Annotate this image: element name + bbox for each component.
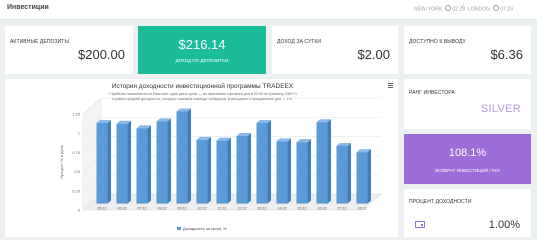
bar-side — [147, 125, 151, 204]
bar — [356, 152, 368, 204]
bar — [176, 111, 188, 204]
y-tick-label: 0.75 — [72, 150, 81, 155]
roi-value: 108.1% — [448, 147, 487, 159]
daily-income-label: ДОХОД ЗА СУТКИ — [277, 39, 322, 45]
bar-side — [207, 136, 211, 204]
income-deposits-value: $216.14 — [178, 37, 226, 52]
bar — [236, 136, 248, 204]
income-history-chart-card: История доходности инвестиционной програ… — [5, 79, 398, 237]
withdraw-card: ДОСТУПНО К ВЫВОДУ $6.36 — [404, 26, 531, 74]
withdraw-value: $6.36 — [490, 47, 523, 62]
x-tick-label: 09.12 — [178, 207, 187, 211]
wallet-icon — [415, 221, 425, 228]
clock-icon — [492, 5, 499, 11]
x-tick-label: 15.12 — [298, 207, 307, 211]
gridline — [82, 97, 381, 115]
x-tick-label: 07.12 — [138, 207, 147, 211]
percent-income-label: ПРОЦЕНТ ДОХОДНОСТИ — [409, 199, 472, 205]
y-tick-label: 0.25 — [72, 188, 81, 193]
roi-card: 108.1% ВОЗВРАТ ИНВЕСТИЦИЙ / ROI — [404, 134, 531, 184]
bar-side — [267, 119, 271, 204]
active-deposits-value: $200.00 — [78, 47, 125, 62]
x-tick-label: 16.12 — [318, 207, 327, 211]
bar-side — [167, 118, 171, 204]
legend-label: Доходность за сутки, % — [183, 226, 227, 231]
y-axis-label: Процент % в день — [59, 145, 64, 179]
y-tick-label: 1.25 — [72, 112, 81, 117]
bar — [276, 141, 288, 204]
income-deposits-card: $216.14 ДОХОД ПО ДЕПОЗИТАМ — [138, 26, 266, 74]
bar-side — [127, 120, 131, 204]
investor-rank-card: РАНГ ИНВЕСТОРА SILVER — [404, 79, 531, 129]
bar-side — [187, 108, 191, 204]
x-tick-label: 06.12 — [118, 207, 127, 211]
investor-rank-value: SILVER — [480, 103, 521, 115]
withdraw-label: ДОСТУПНО К ВЫВОДУ — [409, 39, 466, 45]
bar — [336, 146, 348, 204]
active-deposits-label: АКТИВНЫЕ ДЕПОЗИТЫ — [10, 39, 69, 45]
bar — [316, 122, 328, 204]
x-tick-label: 14.12 — [278, 207, 287, 211]
income-deposits-label: ДОХОД ПО ДЕПОЗИТАМ — [175, 58, 229, 63]
income-bar-chart: 0 0.25 0.5 0.75 1 1.25 Процент % в день 05.12 06… — [59, 97, 382, 231]
clock-icon — [444, 5, 451, 11]
bar — [116, 123, 128, 204]
divider: / — [462, 4, 464, 10]
bar — [256, 122, 268, 204]
clock-london-time: 07:29 — [500, 6, 514, 13]
bar-side — [227, 137, 231, 204]
legend-swatch — [177, 227, 181, 230]
y-tick-label: 0 — [78, 208, 81, 213]
clock-london: LONDON 07:29 — [468, 5, 513, 13]
x-tick-label: 13.12 — [258, 207, 267, 211]
daily-income-card: ДОХОД ЗА СУТКИ $2.00 — [272, 26, 398, 74]
percent-income-value: 1.00% — [488, 219, 520, 231]
bar-side — [327, 119, 331, 204]
roi-label: ВОЗВРАТ ИНВЕСТИЦИЙ / ROI — [435, 168, 500, 173]
bar-side — [287, 138, 291, 204]
percent-income-card: ПРОЦЕНТ ДОХОДНОСТИ 1.00% — [404, 189, 531, 237]
bar — [96, 122, 108, 204]
clock-new-york-label: NEW-YORK — [414, 6, 443, 13]
bar-side — [347, 143, 351, 204]
bar — [296, 142, 308, 204]
x-tick-label: 12.12 — [238, 207, 247, 211]
bar — [216, 140, 228, 204]
clock-new-york: NEW-YORK 02:29 — [414, 5, 465, 13]
y-tick-label: 0.5 — [74, 169, 80, 174]
daily-income-value: $2.00 — [357, 47, 390, 62]
bar — [196, 139, 208, 204]
bar-side — [367, 149, 371, 204]
x-tick-label: 05.12 — [98, 207, 107, 211]
x-tick-label: 18.12 — [358, 207, 367, 211]
bar-side — [307, 139, 311, 204]
active-deposits-card: АКТИВНЫЕ ДЕПОЗИТЫ $200.00 — [5, 26, 133, 74]
x-tick-label: 17.12 — [338, 207, 347, 211]
top-bar: Инвестиции NEW-YORK 02:29 / LONDON 07:29 — [0, 0, 537, 20]
y-tick-label: 1 — [78, 131, 81, 136]
bar — [136, 128, 148, 204]
page-title: Инвестиции — [7, 4, 49, 11]
bar — [156, 121, 168, 204]
bar-side — [107, 119, 111, 204]
investor-rank-label: РАНГ ИНВЕСТОРА — [409, 90, 455, 96]
x-tick-label: 11.12 — [218, 207, 227, 211]
clock-london-label: LONDON — [468, 6, 490, 13]
bar-side — [247, 133, 251, 204]
x-tick-label: 08.12 — [158, 207, 167, 211]
x-tick-label: 10.12 — [198, 207, 207, 211]
